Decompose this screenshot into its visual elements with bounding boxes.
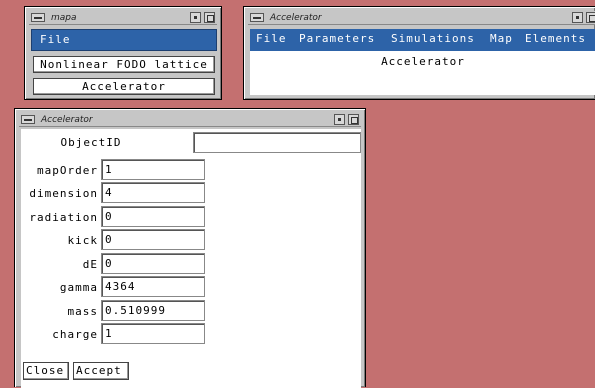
objectid-input[interactable] (193, 132, 361, 153)
radiation-input[interactable]: 0 (101, 206, 205, 227)
accelerator-form-content: ObjectID mapOrder 1 dimension 4 radiatio… (21, 129, 361, 388)
objectid-label: ObjectID (60, 136, 122, 149)
de-input[interactable]: 0 (101, 253, 205, 274)
menu-file[interactable]: File (40, 30, 71, 50)
accelerator-main-titlebar[interactable]: Accelerator (248, 11, 595, 25)
window-menu-icon[interactable] (21, 115, 35, 124)
accelerator-form-window: Accelerator ObjectID mapOrder 1 dimensio… (14, 108, 366, 388)
accelerator-button[interactable]: Accelerator (33, 78, 215, 95)
menu-file[interactable]: File (256, 29, 287, 49)
minimize-icon[interactable] (572, 12, 583, 23)
kick-label: kick (67, 234, 98, 247)
radiation-label: radiation (29, 211, 98, 224)
gamma-input[interactable]: 4364 (101, 276, 205, 297)
mapa-titlebar[interactable]: mapa (29, 11, 217, 25)
charge-input[interactable]: 1 (101, 323, 205, 344)
mapa-buttons-area: Nonlinear FODO lattice Accelerator (31, 53, 217, 95)
accelerator-main-content: Accelerator (250, 51, 595, 95)
accelerator-content-label: Accelerator (381, 55, 465, 68)
accelerator-form-titlebar[interactable]: Accelerator (19, 113, 361, 127)
mass-label: mass (67, 305, 98, 318)
accept-button[interactable]: Accept (73, 362, 129, 380)
window-menu-icon[interactable] (250, 13, 264, 22)
mapa-window: mapa File Nonlinear FODO lattice Acceler… (24, 6, 222, 100)
mapa-menubar: File (31, 29, 217, 51)
maporder-label: mapOrder (37, 164, 98, 177)
accelerator-main-window: Accelerator File Parameters Simulations … (243, 6, 595, 100)
menu-map[interactable]: Map (490, 29, 513, 49)
maximize-icon[interactable] (348, 114, 359, 125)
charge-label: charge (52, 328, 98, 341)
menu-elements[interactable]: Elements (525, 29, 586, 49)
window-title: Accelerator (270, 13, 322, 23)
close-button[interactable]: Close (23, 362, 69, 380)
window-menu-icon[interactable] (31, 13, 45, 22)
window-title: Accelerator (41, 115, 93, 125)
gamma-label: gamma (59, 281, 98, 294)
menu-parameters[interactable]: Parameters (299, 29, 375, 49)
de-label: dE (82, 258, 98, 271)
accelerator-main-menubar: File Parameters Simulations Map Elements (250, 29, 595, 51)
kick-input[interactable]: 0 (101, 229, 205, 250)
mass-input[interactable]: 0.510999 (101, 300, 205, 321)
maximize-icon[interactable] (204, 12, 215, 23)
minimize-icon[interactable] (334, 114, 345, 125)
maximize-icon[interactable] (586, 12, 595, 23)
dimension-input[interactable]: 4 (101, 182, 205, 203)
nonlinear-fodo-lattice-button[interactable]: Nonlinear FODO lattice (33, 56, 215, 73)
minimize-icon[interactable] (190, 12, 201, 23)
window-title: mapa (51, 13, 77, 23)
menu-simulations[interactable]: Simulations (391, 29, 475, 49)
dimension-label: dimension (29, 187, 98, 200)
maporder-input[interactable]: 1 (101, 159, 205, 180)
